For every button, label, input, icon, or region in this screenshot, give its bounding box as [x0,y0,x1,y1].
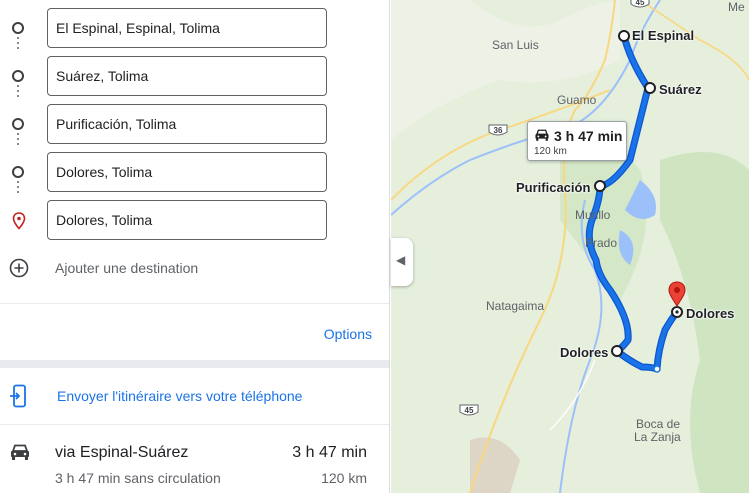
waypoint-circle-icon [12,166,24,178]
place-label-la-zanja: La Zanja [634,430,681,444]
send-to-phone-label: Envoyer l'itinéraire vers votre téléphon… [57,388,303,404]
waypoint-row-5: Dolores, Tolima [0,200,389,240]
route-distance: 120 km [321,470,367,486]
collapse-panel-button[interactable]: ◀ [391,238,413,286]
add-destination-button[interactable]: Ajouter une destination [0,252,389,284]
send-to-phone-icon [10,384,26,408]
route-via-label: via Espinal-Suárez [55,444,189,461]
waypoint-input-stop-1[interactable]: Suárez, Tolima [47,56,327,96]
add-destination-label: Ajouter une destination [55,260,199,276]
route-duration: 3 h 47 min [292,444,367,461]
stop-label-espinal[interactable]: El Espinal [632,28,694,43]
section-separator [0,360,389,368]
send-to-phone-button[interactable]: Envoyer l'itinéraire vers votre téléphon… [0,368,389,424]
place-label-murillo: Murillo [575,208,611,222]
stop-label-dolores-east[interactable]: Dolores [686,306,734,321]
route-info-card[interactable]: 3 h 47 min 120 km [527,121,627,161]
route-option[interactable]: via Espinal-Suárez 3 h 47 min 3 h 47 min… [0,425,389,493]
destination-pin-icon [12,212,26,230]
waypoint-circle-icon [12,70,24,82]
waypoint-row-4: Dolores, Tolima [0,152,389,192]
car-icon [11,444,29,460]
stop-marker-purificacion[interactable] [594,180,606,192]
waypoint-circle-icon [12,22,24,34]
stop-marker-center [675,310,679,314]
route-card-distance: 120 km [534,146,567,157]
divider [0,303,389,304]
dots-connector-icon [17,133,19,153]
highway-shield-bottom: 45 [459,404,479,418]
highway-shield-top: 45 [630,0,650,10]
dots-connector-icon [17,85,19,105]
stop-marker-espinal[interactable] [618,30,630,42]
car-icon [535,129,549,141]
place-label-prado: Prado [585,236,618,250]
place-label-guamo: Guamo [557,93,597,107]
route-traffic-note: 3 h 47 min sans circulation [55,470,221,486]
stop-label-suarez[interactable]: Suárez [659,82,702,97]
place-label-boca-de: Boca de [636,417,681,431]
waypoint-input-stop-3[interactable]: Dolores, Tolima [47,152,327,192]
waypoint-circle-icon [12,118,24,130]
place-label-me: Me [728,0,745,14]
waypoint-row-2: Suárez, Tolima [0,56,389,96]
stop-marker-suarez[interactable] [644,82,656,94]
stop-marker-dolores-west[interactable] [611,345,623,357]
stop-label-dolores-west[interactable]: Dolores [560,345,608,360]
waypoint-input-origin[interactable]: El Espinal, Espinal, Tolima [47,8,327,48]
waypoint-row-1: El Espinal, Espinal, Tolima [0,8,389,48]
waypoint-input-stop-2[interactable]: Purificación, Tolima [47,104,327,144]
route-vertex [653,365,661,373]
directions-panel: El Espinal, Espinal, Tolima Suárez, Toli… [0,0,390,493]
highway-shield-mid: 36 [488,124,508,138]
waypoint-row-3: Purificación, Tolima [0,104,389,144]
dots-connector-icon [17,181,19,201]
dots-connector-icon [17,37,19,57]
place-label-san-luis: San Luis [492,38,539,52]
stop-label-purificacion[interactable]: Purificación [516,180,590,195]
place-label-natagaima: Natagaima [486,299,545,313]
route-card-duration: 3 h 47 min [554,128,623,144]
waypoint-input-destination[interactable]: Dolores, Tolima [47,200,327,240]
options-button[interactable]: Options [324,326,372,342]
add-circle-icon [9,258,29,278]
chevron-left-icon: ◀ [396,253,406,267]
map-canvas[interactable] [391,0,749,493]
